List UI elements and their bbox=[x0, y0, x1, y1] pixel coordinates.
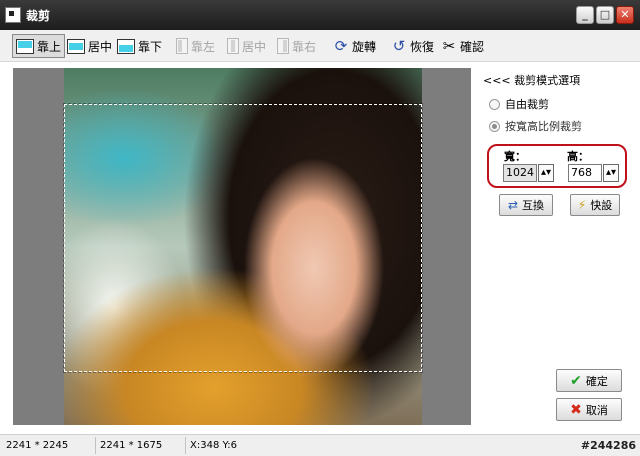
radio-dot bbox=[489, 98, 500, 110]
align-bottom-button[interactable]: 靠下 bbox=[114, 34, 165, 58]
status-divider bbox=[185, 437, 186, 454]
ratio-crop-radio[interactable]: 按寬高比例裁剪 bbox=[489, 118, 582, 134]
scissors-icon: ✂ bbox=[442, 37, 456, 55]
swap-button[interactable]: ⇄ 互換 bbox=[499, 194, 553, 216]
ok-button[interactable]: ✔ 確定 bbox=[556, 369, 622, 392]
crop-options-panel: <<< 裁剪模式選項 自由裁剪 按寬高比例裁剪 寬： 高： 1024 ▴▾ 76… bbox=[477, 68, 633, 425]
width-input[interactable]: 1024 bbox=[503, 164, 537, 182]
align-right-icon bbox=[277, 38, 289, 54]
status-bar: 2241 * 2245 2241 * 1675 X:348 Y:6 #24428… bbox=[0, 434, 640, 456]
restore-button[interactable]: ↺ 恢復 bbox=[388, 34, 437, 58]
height-label: 高： bbox=[567, 150, 589, 163]
window-title: 裁剪 bbox=[26, 9, 51, 23]
cancel-button[interactable]: ✖ 取消 bbox=[556, 398, 622, 421]
align-center-icon bbox=[227, 38, 239, 54]
width-spinner[interactable]: ▴▾ bbox=[538, 164, 554, 182]
status-divider bbox=[95, 437, 96, 454]
image-id: #244286 bbox=[580, 439, 636, 452]
height-input[interactable]: 768 bbox=[568, 164, 602, 182]
align-bottom-icon bbox=[117, 38, 135, 54]
swap-icon: ⇄ bbox=[507, 198, 519, 212]
image-canvas[interactable] bbox=[13, 68, 471, 425]
align-left-button[interactable]: 靠左 bbox=[173, 34, 218, 58]
maximize-button[interactable]: □ bbox=[596, 6, 614, 24]
cross-icon: ✖ bbox=[570, 401, 582, 418]
crop-size: 2241 * 1675 bbox=[100, 440, 163, 451]
width-label: 寬： bbox=[504, 150, 526, 163]
lightning-icon: ⚡ bbox=[577, 198, 587, 212]
align-left-icon bbox=[176, 38, 188, 54]
height-spinner[interactable]: ▴▾ bbox=[603, 164, 619, 182]
rotate-button[interactable]: ⟳ 旋轉 bbox=[330, 34, 379, 58]
confirm-button[interactable]: ✂ 確認 bbox=[438, 34, 487, 58]
align-right-button[interactable]: 靠右 bbox=[274, 34, 319, 58]
panel-header[interactable]: <<< 裁剪模式選項 bbox=[483, 72, 580, 88]
check-icon: ✔ bbox=[570, 372, 582, 389]
align-top-icon bbox=[16, 38, 34, 54]
radio-dot bbox=[489, 120, 500, 132]
align-middle-button[interactable]: 居中 bbox=[64, 34, 115, 58]
cursor-position: X:348 Y:6 bbox=[190, 440, 237, 451]
crop-selection[interactable] bbox=[63, 103, 423, 373]
toolbar: 靠上 居中 靠下 靠左 居中 靠右 ⟳ 旋轉 ↺ 恢復 ✂ 確認 bbox=[0, 30, 640, 62]
restore-icon: ↺ bbox=[392, 37, 406, 55]
minimize-button[interactable]: _ bbox=[576, 6, 594, 24]
close-button[interactable]: ✕ bbox=[616, 6, 634, 24]
align-top-button[interactable]: 靠上 bbox=[12, 34, 66, 58]
align-middle-icon bbox=[67, 38, 85, 54]
rotate-icon: ⟳ bbox=[334, 37, 348, 55]
app-icon bbox=[5, 7, 21, 23]
title-bar: 裁剪 _ □ ✕ bbox=[0, 0, 640, 30]
align-center-button[interactable]: 居中 bbox=[224, 34, 269, 58]
original-size: 2241 * 2245 bbox=[6, 440, 69, 451]
free-crop-radio[interactable]: 自由裁剪 bbox=[489, 96, 549, 112]
preset-button[interactable]: ⚡ 快設 bbox=[570, 194, 620, 216]
